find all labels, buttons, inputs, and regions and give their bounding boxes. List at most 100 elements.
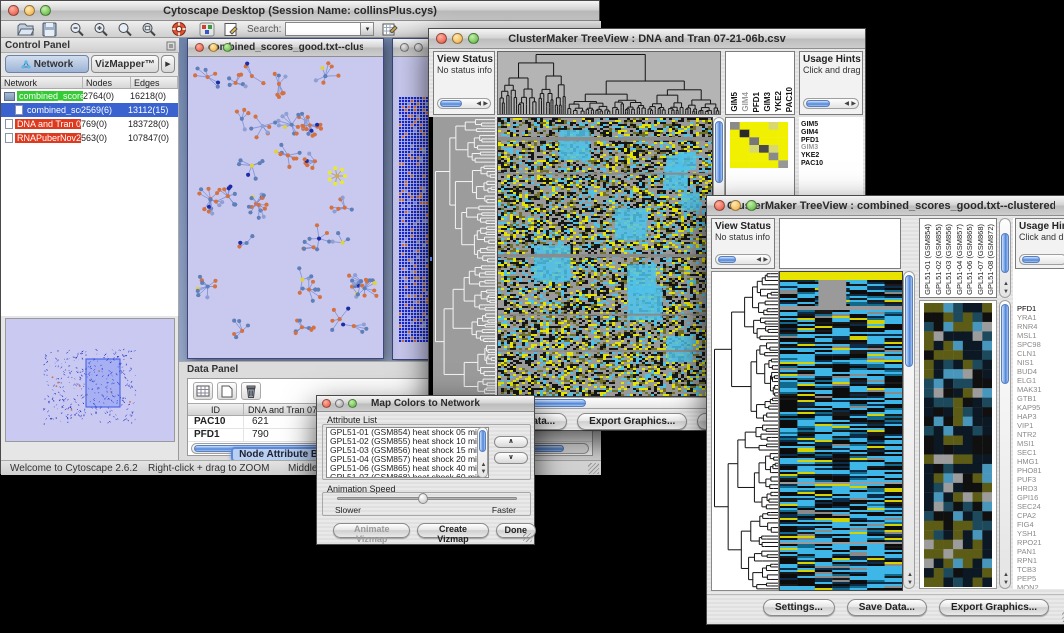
save-icon[interactable]	[42, 22, 57, 37]
zoom-out-icon[interactable]	[69, 22, 85, 37]
gene-label[interactable]: GIM3	[799, 144, 863, 152]
gene-label[interactable]: FIG4	[1015, 520, 1064, 529]
resize-grip[interactable]	[588, 463, 599, 474]
gene-label[interactable]: ELG1	[1015, 376, 1064, 385]
gene-label[interactable]: TCB3	[1015, 565, 1064, 574]
gene-label[interactable]: RPO21	[1015, 538, 1064, 547]
column-label[interactable]: GPL51-02 (GSM855)	[934, 224, 945, 295]
gene-label[interactable]: GIM5	[799, 121, 863, 129]
gene-label[interactable]: VIP1	[1015, 421, 1064, 430]
gene-label[interactable]: YKE2	[799, 152, 863, 160]
close-button[interactable]	[195, 43, 204, 52]
gene-label[interactable]: PUF3	[1015, 475, 1064, 484]
select-attributes-icon[interactable]	[193, 382, 213, 400]
gene-label[interactable]: PAN1	[1015, 547, 1064, 556]
tab-network[interactable]: Network	[5, 55, 89, 73]
gene-label[interactable]: PEP5	[1015, 574, 1064, 583]
minimize-button[interactable]	[209, 43, 218, 52]
gene-label[interactable]: SEC1	[1015, 448, 1064, 457]
tab-vizmapper[interactable]: VizMapper™	[91, 55, 159, 73]
gene-label[interactable]: HRD3	[1015, 484, 1064, 493]
gene-label[interactable]: GPI16	[1015, 493, 1064, 502]
move-down-button[interactable]: ∨	[494, 452, 528, 464]
treeview-action-button[interactable]: Settings...	[763, 599, 835, 616]
gene-label[interactable]: NIS1	[1015, 358, 1064, 367]
treeview-action-button[interactable]: Export Graphics...	[939, 599, 1049, 616]
view-status-hscrollbar[interactable]: ◀▶	[715, 254, 771, 265]
treeview2-titlebar[interactable]: ClusterMaker TreeView : combined_scores_…	[707, 196, 1064, 216]
column-label[interactable]: GPL51-01 (GSM854)	[923, 224, 934, 295]
resize-grip[interactable]	[523, 533, 532, 542]
help-lifering-icon[interactable]	[171, 21, 187, 37]
gene-label[interactable]: MSL1	[1015, 331, 1064, 340]
column-label[interactable]: GIM5	[730, 92, 740, 112]
gene-label[interactable]: MSI1	[1015, 439, 1064, 448]
network-list-item[interactable]: combined_scores 2764(0) 16218(0)	[1, 89, 178, 103]
gene-label[interactable]: YRA1	[1015, 313, 1064, 322]
gene-label[interactable]: MON2	[1015, 583, 1064, 589]
tv2-heatmap-vscrollbar[interactable]: ▲▼	[903, 271, 915, 589]
column-label[interactable]: GPL51-07 (GSM868)	[976, 224, 987, 295]
tab-more-button[interactable]: ▶	[161, 55, 175, 73]
column-label[interactable]: GIM4	[741, 92, 751, 112]
column-label[interactable]: PFD1	[752, 92, 762, 112]
tv2-heatmap[interactable]	[779, 271, 903, 591]
gene-label[interactable]: GTB1	[1015, 394, 1064, 403]
attribute-list-vscrollbar[interactable]: ▲▼	[477, 427, 488, 478]
close-button[interactable]	[8, 5, 19, 16]
zoom-button[interactable]	[223, 43, 232, 52]
gene-label[interactable]: HAP3	[1015, 412, 1064, 421]
dialog-button[interactable]: Create Vizmap	[417, 523, 488, 538]
gene-label[interactable]: HMG1	[1015, 457, 1064, 466]
minimize-button[interactable]	[335, 399, 344, 408]
network-list-item[interactable]: DNA and Tran 07 769(0) 183728(0)	[1, 117, 178, 131]
tv2-row-dendrogram[interactable]	[711, 271, 779, 591]
gene-label[interactable]: GIM4	[799, 129, 863, 137]
delete-attribute-icon[interactable]	[241, 382, 261, 400]
dialog-titlebar[interactable]: Map Colors to Network	[317, 396, 534, 412]
treeview-action-button[interactable]: Export Graphics...	[577, 413, 687, 430]
usage-hints-hscrollbar[interactable]	[1019, 254, 1064, 265]
gene-label[interactable]: PFD1	[1015, 304, 1064, 313]
network-list-item[interactable]: combined_sco 2569(6) 13112(15)	[1, 103, 178, 117]
birdseye-canvas[interactable]	[6, 319, 174, 441]
minimize-button[interactable]	[24, 5, 35, 16]
gene-label[interactable]: NTR2	[1015, 430, 1064, 439]
gene-label[interactable]: CLN1	[1015, 349, 1064, 358]
gene-label[interactable]: PFD1	[799, 137, 863, 145]
tv1-heatmap[interactable]	[497, 117, 713, 397]
column-label[interactable]: GPL51-08 (GSM872)	[986, 224, 997, 295]
zoom-in-icon[interactable]	[93, 22, 109, 37]
gene-label[interactable]: SPC98	[1015, 340, 1064, 349]
treeview-action-button[interactable]: Save Data...	[847, 599, 927, 616]
zoom-actual-icon[interactable]	[117, 22, 133, 37]
gene-label[interactable]: RPN1	[1015, 556, 1064, 565]
column-label[interactable]: GIM3	[763, 92, 773, 112]
attribute-list-item[interactable]: GPL51-07 (GSM868) heat shock 60 min	[327, 473, 488, 478]
gene-label[interactable]: RNR4	[1015, 322, 1064, 331]
close-button[interactable]	[400, 43, 409, 52]
gene-label[interactable]: BUD4	[1015, 367, 1064, 376]
tv2-zoom-heatmap[interactable]	[924, 303, 992, 587]
vizmapper-palette-icon[interactable]	[199, 22, 215, 37]
tv1-column-dendrogram[interactable]	[497, 51, 721, 115]
zoom-button[interactable]	[348, 399, 357, 408]
column-label[interactable]: GPL51-04 (GSM857)	[955, 224, 966, 295]
column-label[interactable]: GPL51-06 (GSM865)	[965, 224, 976, 295]
open-folder-icon[interactable]	[17, 22, 34, 37]
column-label[interactable]: YKE2	[774, 91, 784, 112]
tv1-row-dendrogram[interactable]	[433, 117, 495, 395]
gene-label[interactable]: YSH1	[1015, 529, 1064, 538]
move-up-button[interactable]: ∧	[494, 436, 528, 448]
column-label[interactable]: PAC10	[785, 87, 795, 112]
speed-slider-thumb[interactable]	[418, 493, 428, 504]
minimize-button[interactable]	[414, 43, 423, 52]
gene-label[interactable]: CPA2	[1015, 511, 1064, 520]
tv2-column-labels-vscrollbar[interactable]: ▲▼	[999, 218, 1011, 298]
network-view-canvas[interactable]	[189, 58, 382, 358]
zoom-button[interactable]	[40, 5, 51, 16]
new-attribute-icon[interactable]	[217, 382, 237, 400]
close-button[interactable]	[436, 33, 447, 44]
tv1-zoom-heatmap[interactable]	[730, 122, 788, 168]
minimize-button[interactable]	[730, 200, 741, 211]
